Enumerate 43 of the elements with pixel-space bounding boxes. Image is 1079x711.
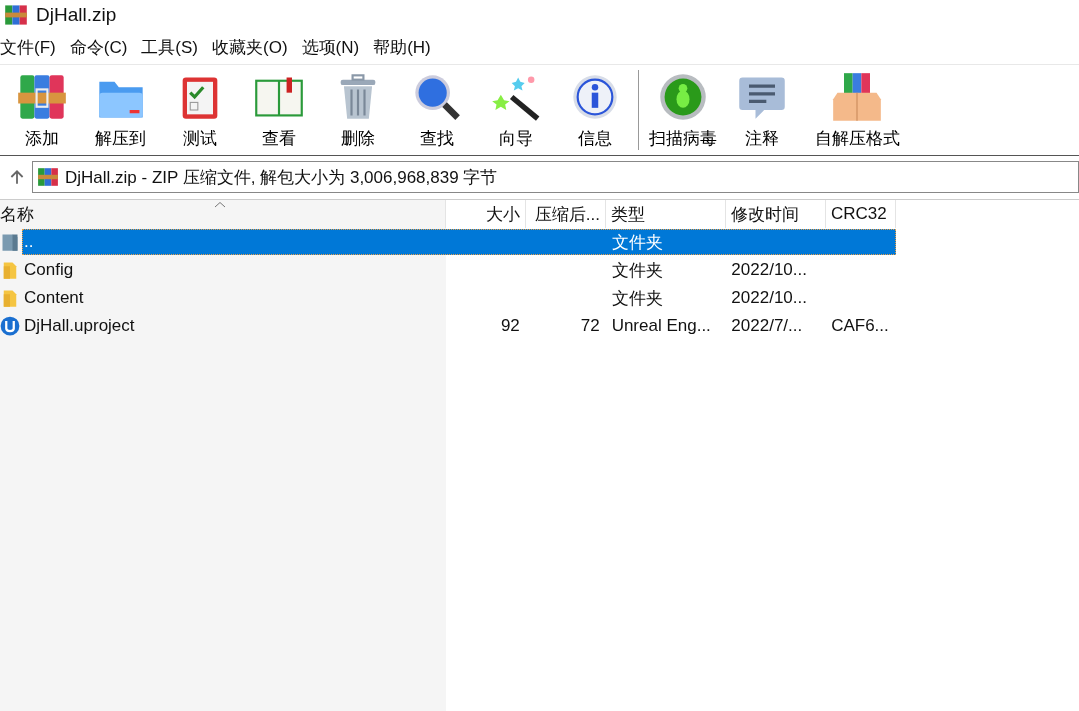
toolbar-button[interactable]: 解压到 <box>81 66 160 154</box>
sort-indicator-icon <box>214 201 226 208</box>
toolbar-button[interactable]: 添加 <box>2 66 81 154</box>
box-books-icon <box>831 70 883 123</box>
menu-item[interactable]: 帮助(H) <box>373 35 431 59</box>
address-text: DjHall.zip - ZIP 压缩文件, 解包大小为 3,006,968,839 字节 <box>65 166 498 189</box>
file-row[interactable]: .. 文件夹 <box>22 229 896 255</box>
archive-icon <box>4 3 28 27</box>
table-cell-text: Unreal Eng... <box>610 316 712 336</box>
toolbar-button[interactable]: 信息 <box>555 66 634 154</box>
file-row[interactable]: Config 文件夹 2022/10... <box>22 257 896 283</box>
table-cell-text: 72 <box>579 316 601 336</box>
address-bar[interactable]: DjHall.zip - ZIP 压缩文件, 解包大小为 3,006,968,839 字节 <box>32 161 1079 193</box>
file-row[interactable]: DjHall.uproject 92 72 Unreal Eng... 2022/7/... CAF6... <box>22 313 896 339</box>
table-cell-text: 92 <box>499 316 521 336</box>
file-name: DjHall.uproject <box>23 316 136 336</box>
table-cell-text: CAF6... <box>830 316 890 336</box>
table-cell-text: 文件夹 <box>610 231 664 254</box>
menu-item[interactable]: 命令(C) <box>69 35 128 59</box>
menu-item[interactable]: 选项(N) <box>301 35 360 59</box>
file-row[interactable]: Content 文件夹 2022/10... <box>22 285 896 311</box>
up-arrow-icon[interactable] <box>8 168 26 186</box>
toolbar-button[interactable]: 查找 <box>397 66 476 154</box>
toolbar-button[interactable]: 扫描病毒 <box>643 66 722 154</box>
toolbar-button[interactable]: 注释 <box>722 66 801 154</box>
toolbar-button[interactable]: 自解压格式 <box>807 66 907 154</box>
toolbar-button[interactable]: 查看 <box>239 66 318 154</box>
table-cell-text: 文件夹 <box>610 259 664 282</box>
table-cell-text: 2022/7/... <box>730 316 804 336</box>
file-name: .. <box>23 232 35 252</box>
table-cell-text: 2022/10... <box>730 260 808 280</box>
window-title: DjHall.zip <box>36 4 117 26</box>
table-cell-text: 文件夹 <box>610 287 664 310</box>
file-name: Content <box>23 288 85 308</box>
menu-item[interactable]: 工具(S) <box>141 35 198 59</box>
toolbar-button[interactable]: 测试 <box>160 66 239 154</box>
file-name: Config <box>23 260 75 280</box>
archive-icon <box>37 166 59 188</box>
toolbar-button[interactable]: 向导 <box>476 66 555 154</box>
toolbar-button[interactable]: 删除 <box>318 66 397 154</box>
table-cell-text: 2022/10... <box>730 288 808 308</box>
menu-item[interactable]: 文件(F) <box>0 35 56 59</box>
menu-item[interactable]: 收藏夹(O) <box>212 35 288 59</box>
